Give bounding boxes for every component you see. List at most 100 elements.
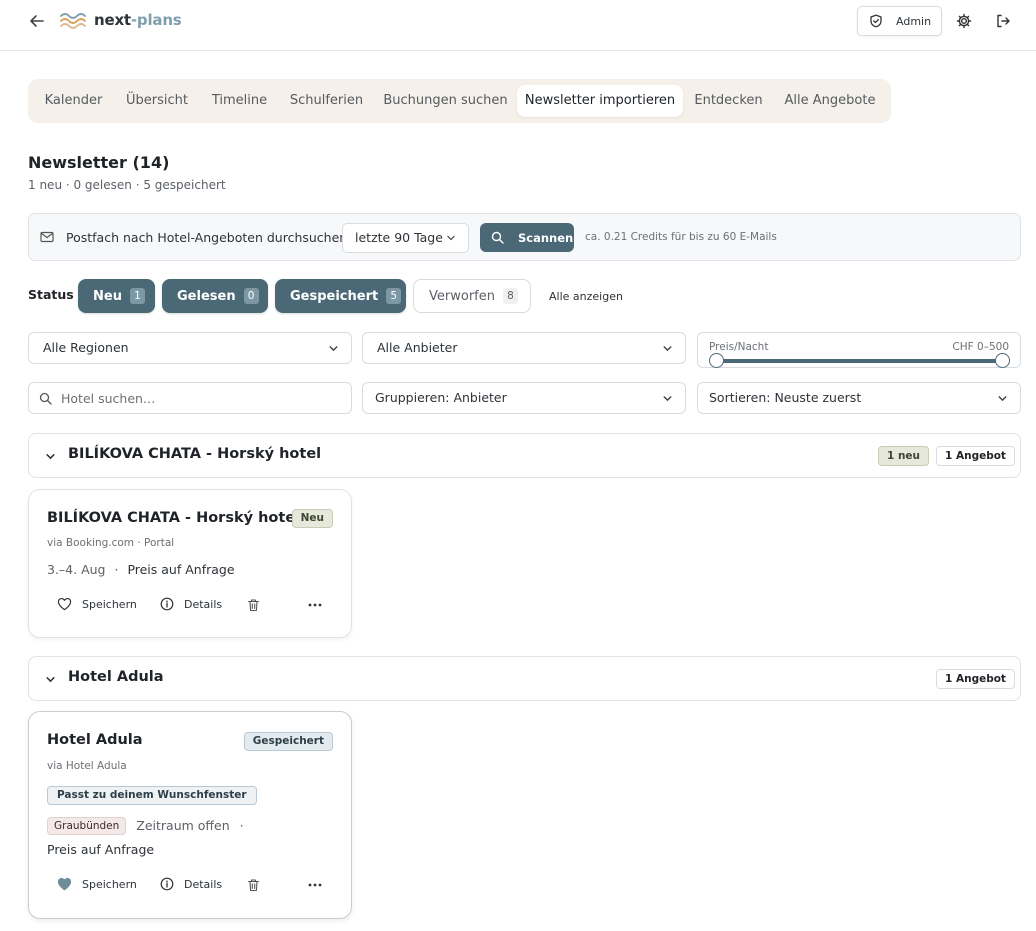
status-label: Status: [28, 287, 74, 302]
main-tabs: Kalender Übersicht Timeline Schulferien …: [28, 79, 891, 123]
status-badge: Neu: [291, 509, 333, 528]
tab-newsletter-importieren[interactable]: Newsletter importieren: [517, 85, 683, 117]
status-badge: Gespeichert: [243, 732, 333, 751]
card-title: BILÍKOVA CHATA - Horský hotel: [47, 510, 301, 526]
region-value: Alle Regionen: [43, 340, 129, 355]
status-filter-gespeichert[interactable]: Gespeichert 5: [275, 279, 406, 313]
heart-icon: [57, 878, 72, 891]
mail-icon: [40, 231, 54, 243]
delete-button[interactable]: [244, 596, 262, 614]
admin-button[interactable]: Admin: [857, 6, 942, 36]
chevron-down-icon[interactable]: [45, 674, 56, 685]
card-source: via Booking.com · Portal: [47, 537, 175, 549]
status-filter-count: 8: [502, 288, 518, 304]
price-filter: Preis/Nacht CHF 0–500: [697, 332, 1021, 368]
more-options-button[interactable]: [306, 876, 324, 894]
heart-icon: [57, 597, 72, 611]
status-filter-neu[interactable]: Neu 1: [78, 279, 155, 313]
price-slider-min-handle[interactable]: [709, 353, 724, 368]
card-title: Hotel Adula: [47, 732, 143, 748]
status-filter-count: 0: [243, 288, 259, 304]
gear-icon: [956, 13, 972, 29]
info-icon: [160, 597, 174, 611]
region-chip: Graubünden: [47, 817, 127, 835]
search-icon: [491, 231, 504, 244]
info-icon: [160, 877, 174, 891]
status-filter-label: Neu: [93, 288, 122, 304]
save-label: Speichern: [82, 597, 137, 611]
brand-name[interactable]: next-plans: [94, 11, 182, 29]
page-subtitle: 1 neu · 0 gelesen · 5 gespeichert: [28, 178, 226, 192]
status-filter-verworfen[interactable]: Verworfen 8: [413, 279, 531, 313]
card-price: Preis auf Anfrage: [127, 562, 235, 577]
scan-credits-info: ca. 0.21 Credits für bis zu 60 E-Mails: [585, 231, 777, 243]
scan-button[interactable]: Scannen: [480, 223, 574, 252]
delete-button[interactable]: [244, 876, 262, 894]
status-filter-gelesen[interactable]: Gelesen 0: [162, 279, 268, 313]
hotel-search: [28, 382, 352, 414]
period-value: letzte 90 Tage: [355, 230, 443, 245]
status-filter-label: Verworfen: [429, 288, 495, 304]
card-region-period: Graubünden Zeitraum offen ·: [47, 817, 244, 835]
status-filter-label: Gespeichert: [290, 288, 379, 304]
match-chip: Passt zu deinem Wunschfenster: [47, 786, 257, 805]
search-icon: [39, 392, 52, 405]
offer-card[interactable]: BILÍKOVA CHATA - Horský hotel Neu via Bo…: [28, 489, 352, 638]
price-range-value: CHF 0–500: [952, 341, 1009, 353]
group-header[interactable]: BILÍKOVA CHATA - Horský hotel 1 neu 1 An…: [28, 433, 1021, 478]
details-button[interactable]: Details: [160, 877, 222, 891]
show-all-link[interactable]: Alle anzeigen: [549, 290, 623, 303]
page-title: Newsletter (14): [28, 153, 170, 172]
more-horizontal-icon: [308, 603, 322, 607]
price-slider-max-handle[interactable]: [995, 353, 1010, 368]
separator: ·: [239, 817, 244, 833]
group-header[interactable]: Hotel Adula 1 Angebot: [28, 656, 1021, 701]
brand-main: next: [94, 11, 131, 29]
group-count-badge: 1 Angebot: [936, 446, 1015, 466]
tab-buchungen-suchen[interactable]: Buchungen suchen: [375, 85, 516, 117]
back-button[interactable]: [27, 11, 47, 31]
chevron-down-icon: [329, 346, 338, 352]
tab-timeline[interactable]: Timeline: [201, 85, 278, 117]
scan-label: Postfach nach Hotel-Angeboten durchsuche…: [66, 230, 348, 245]
mailbox-scan-bar: Postfach nach Hotel-Angeboten durchsuche…: [28, 213, 1021, 261]
hotel-search-input[interactable]: [61, 384, 341, 412]
save-button[interactable]: Speichern: [57, 597, 137, 611]
settings-button[interactable]: [954, 11, 974, 31]
card-price: Preis auf Anfrage: [47, 842, 155, 857]
group-value: Gruppieren: Anbieter: [375, 390, 507, 405]
tab-schulferien[interactable]: Schulferien: [280, 85, 373, 117]
chevron-down-icon: [663, 346, 672, 352]
shield-icon: [870, 14, 882, 28]
more-options-button[interactable]: [306, 596, 324, 614]
group-title: Hotel Adula: [68, 669, 164, 685]
tab-entdecken[interactable]: Entdecken: [686, 85, 771, 117]
period-select[interactable]: letzte 90 Tage: [342, 223, 469, 253]
details-button[interactable]: Details: [160, 597, 222, 611]
logout-icon: [997, 14, 1010, 28]
trash-icon: [247, 879, 259, 892]
brand-accent: -plans: [130, 11, 182, 29]
admin-label: Admin: [896, 14, 932, 28]
trash-icon: [247, 599, 259, 612]
provider-select[interactable]: Alle Anbieter: [362, 332, 686, 364]
card-source: via Hotel Adula: [47, 760, 127, 772]
tab-kalender[interactable]: Kalender: [34, 85, 113, 117]
price-slider-track[interactable]: [716, 359, 1002, 363]
logout-button[interactable]: [993, 11, 1013, 31]
region-select[interactable]: Alle Regionen: [28, 332, 352, 364]
card-dates: 3.–4. Aug: [47, 562, 106, 577]
chevron-down-icon[interactable]: [45, 451, 56, 462]
tab-alle-angebote[interactable]: Alle Angebote: [774, 85, 886, 117]
save-label: Speichern: [82, 877, 137, 891]
tab-uebersicht[interactable]: Übersicht: [115, 85, 199, 117]
save-button[interactable]: Speichern: [57, 877, 137, 891]
group-select[interactable]: Gruppieren: Anbieter: [362, 382, 686, 414]
provider-value: Alle Anbieter: [377, 340, 458, 355]
offer-card[interactable]: Hotel Adula Gespeichert via Hotel Adula …: [28, 711, 352, 919]
details-label: Details: [184, 597, 223, 611]
sort-select[interactable]: Sortieren: Neuste zuerst: [697, 382, 1021, 414]
price-slider-fill: [716, 359, 1002, 363]
more-horizontal-icon: [308, 883, 322, 887]
separator: ·: [114, 562, 119, 577]
